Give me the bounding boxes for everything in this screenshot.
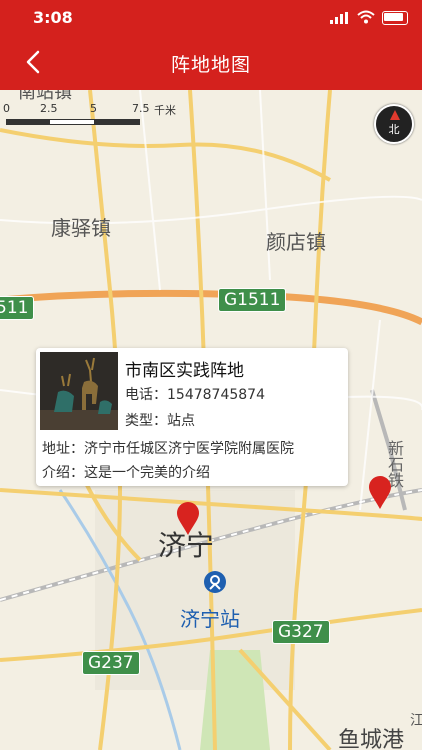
map-label-jining-station: 济宁站 bbox=[180, 607, 240, 631]
road-shield-g237: G237 bbox=[82, 651, 140, 675]
train-station-icon bbox=[204, 571, 226, 593]
compass-label: 北 bbox=[388, 123, 400, 136]
scale-tick-2: 5 bbox=[90, 102, 97, 115]
site-name: 市南区实践阵地 bbox=[125, 361, 244, 381]
site-intro: 介绍：这是一个完美的介绍 bbox=[42, 465, 210, 481]
site-info-popup[interactable]: 市南区实践阵地 电话：15478745874 类型：站点 地址：济宁市任城区济宁… bbox=[36, 348, 348, 486]
map-label-bottom-right: 鱼城港 bbox=[338, 728, 405, 750]
map-label-yandian: 颜店镇 bbox=[266, 230, 326, 254]
wifi-icon bbox=[357, 10, 375, 24]
scale-tick-0: 0 bbox=[3, 102, 10, 115]
deer-statue-image bbox=[40, 352, 118, 430]
scale-tick-3: 7.5 bbox=[132, 102, 150, 115]
road-shield-g1511-left: 511 bbox=[0, 296, 35, 320]
compass-button[interactable]: 北 bbox=[374, 104, 414, 144]
battery-icon bbox=[382, 11, 408, 25]
map-label-top: 南站镇 bbox=[18, 90, 72, 103]
site-thumbnail bbox=[40, 352, 118, 430]
page-title: 阵地地图 bbox=[170, 54, 251, 76]
status-time: 3:08 bbox=[33, 8, 73, 27]
map-marker-pin-icon[interactable] bbox=[368, 476, 392, 510]
map-view[interactable]: 0 2.5 5 7.5 千米 北 南站镇 康驿镇 颜店镇 济宁 济宁站 新石铁 … bbox=[0, 90, 422, 750]
map-scale: 0 2.5 5 7.5 千米 bbox=[3, 102, 196, 126]
scale-unit: 千米 bbox=[154, 104, 176, 117]
road-shield-g1511: G1511 bbox=[218, 288, 287, 312]
map-label-bottom-cut: 江 bbox=[410, 713, 422, 729]
signal-icon bbox=[330, 12, 348, 24]
road-shield-g327: G327 bbox=[272, 620, 330, 644]
nav-bar: 阵地地图 bbox=[0, 34, 422, 90]
site-address: 地址：济宁市任城区济宁医学院附属医院 bbox=[42, 441, 294, 457]
site-phone: 电话：15478745874 bbox=[125, 387, 265, 403]
map-label-kangyi: 康驿镇 bbox=[51, 216, 111, 240]
site-type: 类型：站点 bbox=[125, 413, 195, 429]
map-marker-pin-icon[interactable] bbox=[176, 502, 200, 536]
status-bar: 3:08 bbox=[0, 0, 422, 34]
compass-needle-icon bbox=[390, 110, 400, 120]
